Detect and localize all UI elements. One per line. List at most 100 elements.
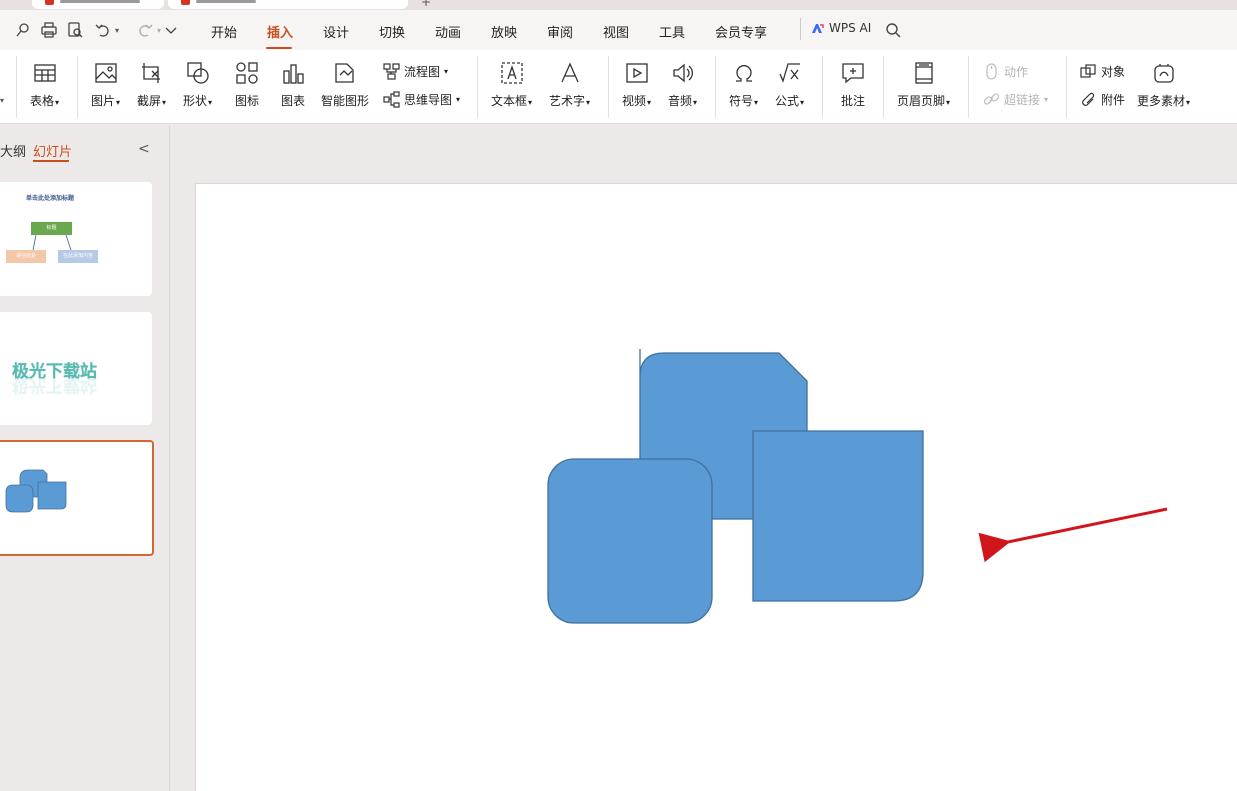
slide-thumbnail-2[interactable]: 极光下载站 极光下载站 xyxy=(0,312,152,425)
menu-view[interactable]: 视图 xyxy=(603,22,629,41)
mindmap-icon xyxy=(383,91,400,108)
wordart-icon xyxy=(557,60,583,86)
audio-button[interactable]: 音频▾ xyxy=(668,60,697,109)
undo-icon[interactable] xyxy=(94,21,112,39)
picture-label: 图片 xyxy=(91,94,116,108)
wps-ai-button[interactable]: WPS AI xyxy=(811,21,871,35)
attachment-button[interactable]: 附件 xyxy=(1080,91,1125,108)
document-tab-2[interactable] xyxy=(168,0,408,9)
object-button[interactable]: 对象 xyxy=(1080,63,1125,80)
menu-divider xyxy=(800,18,801,40)
symbol-button[interactable]: 符号▾ xyxy=(729,60,758,109)
wps-ai-label: WPS AI xyxy=(829,21,872,35)
new-tab-button[interactable]: + xyxy=(421,0,431,9)
thumbnail-title: 单击此处添加标题 xyxy=(26,195,75,202)
shape-icon xyxy=(185,60,211,86)
shape-rounded-rect[interactable] xyxy=(547,458,713,624)
menu-insert[interactable]: 插入 xyxy=(267,22,293,41)
action-label: 动作 xyxy=(1004,65,1029,79)
paperclip-icon xyxy=(1082,92,1095,106)
thumbnail-shapes xyxy=(5,469,67,513)
ribbon-divider xyxy=(608,56,609,118)
menu-slideshow[interactable]: 放映 xyxy=(491,22,517,41)
textbox-button[interactable]: 文本框▾ xyxy=(491,60,532,109)
print-preview-icon[interactable] xyxy=(66,21,84,39)
menu-design[interactable]: 设计 xyxy=(323,22,349,41)
slide-thumbnail-1[interactable]: 单击此处添加标题 标题 请在此处 在此添加内容 xyxy=(0,182,152,296)
header-footer-label: 页眉页脚 xyxy=(897,94,946,108)
screenshot-button[interactable]: 截屏▾ xyxy=(137,60,166,109)
active-tab-underline xyxy=(33,160,69,162)
video-icon xyxy=(624,60,650,86)
flowchart-button[interactable]: 流程图 ▾ xyxy=(383,63,448,80)
mindmap-label: 思维导图 xyxy=(404,93,453,107)
flowchart-icon xyxy=(383,63,400,80)
active-menu-underline xyxy=(266,47,292,49)
document-tab-2-label xyxy=(196,0,256,3)
chart-button[interactable]: 图表 xyxy=(280,60,306,109)
ppt-doc-icon xyxy=(181,0,190,5)
table-button[interactable]: 表格▾ xyxy=(30,60,59,109)
header-footer-icon xyxy=(911,60,937,86)
document-tab-strip: + xyxy=(0,0,1237,10)
audio-label: 音频 xyxy=(668,94,693,108)
ribbon-divider xyxy=(477,56,478,118)
ribbon-divider xyxy=(883,56,884,118)
shape-round-corner-rect[interactable] xyxy=(752,430,924,602)
slide-thumbnail-3-selected[interactable] xyxy=(0,440,154,556)
formula-label: 公式 xyxy=(775,94,800,108)
thumbnail-node-right: 在此添加内容 xyxy=(58,250,98,263)
comment-button[interactable]: 批注 xyxy=(840,60,866,109)
wordart-button[interactable]: 艺术字▾ xyxy=(549,60,590,109)
hyperlink-button[interactable]: 超链接 ▾ xyxy=(983,91,1048,108)
slide-drawing xyxy=(547,349,1168,624)
video-button[interactable]: 视频▾ xyxy=(622,60,651,109)
smartart-icon xyxy=(332,60,358,86)
header-footer-button[interactable]: 页眉页脚▾ xyxy=(897,60,950,109)
ribbon-divider xyxy=(968,56,969,118)
textbox-icon xyxy=(499,60,525,86)
menu-review[interactable]: 审阅 xyxy=(547,22,573,41)
omega-icon xyxy=(731,60,757,86)
icon-button[interactable]: 图标 xyxy=(234,60,260,109)
menu-animation[interactable]: 动画 xyxy=(435,22,461,41)
object-icon xyxy=(1080,64,1096,78)
more-assets-label: 更多素材 xyxy=(1137,94,1186,108)
menu-home[interactable]: 开始 xyxy=(211,22,237,41)
prev-group-dropdown-icon[interactable]: ▾ xyxy=(0,96,4,105)
more-assets-button[interactable]: 更多素材▾ xyxy=(1137,60,1190,109)
collapse-panel-icon[interactable]: < xyxy=(138,141,150,157)
shape-button[interactable]: 形状▾ xyxy=(183,60,212,109)
document-tab-1[interactable] xyxy=(32,0,164,9)
slide-canvas[interactable] xyxy=(195,183,1237,791)
pdf-doc-icon xyxy=(45,0,54,5)
icons-library-icon xyxy=(234,60,260,86)
shape-label: 形状 xyxy=(183,94,208,108)
redo-icon[interactable] xyxy=(136,21,154,39)
menu-tools[interactable]: 工具 xyxy=(659,22,685,41)
thumbnail-node-top: 标题 xyxy=(31,222,72,235)
search-icon[interactable] xyxy=(885,22,902,39)
mindmap-button[interactable]: 思维导图 ▾ xyxy=(383,91,460,108)
formula-button[interactable]: 公式▾ xyxy=(775,60,804,109)
smartart-button[interactable]: 智能图形 xyxy=(321,60,369,109)
icon-label: 图标 xyxy=(234,94,259,108)
thumbnail-connector-lines xyxy=(32,234,72,251)
print-icon[interactable] xyxy=(40,21,58,39)
action-button[interactable]: 动作 xyxy=(983,63,1028,80)
screenshot-label: 截屏 xyxy=(137,94,162,108)
tab-slides[interactable]: 幻灯片 xyxy=(33,141,72,160)
redo-dropdown-icon[interactable]: ▾ xyxy=(157,26,161,35)
attachment-label: 附件 xyxy=(1101,93,1126,107)
menu-member[interactable]: 会员专享 xyxy=(715,22,767,41)
tab-outline[interactable]: 大纲 xyxy=(0,141,26,160)
comment-label: 批注 xyxy=(840,94,865,108)
more-icon[interactable] xyxy=(162,21,180,39)
object-label: 对象 xyxy=(1101,65,1126,79)
picture-button[interactable]: 图片▾ xyxy=(91,60,120,109)
document-tab-1-label xyxy=(60,0,140,3)
ribbon-divider xyxy=(1066,56,1067,118)
pin-icon[interactable] xyxy=(14,21,32,39)
menu-transition[interactable]: 切换 xyxy=(379,22,405,41)
undo-dropdown-icon[interactable]: ▾ xyxy=(115,26,119,35)
